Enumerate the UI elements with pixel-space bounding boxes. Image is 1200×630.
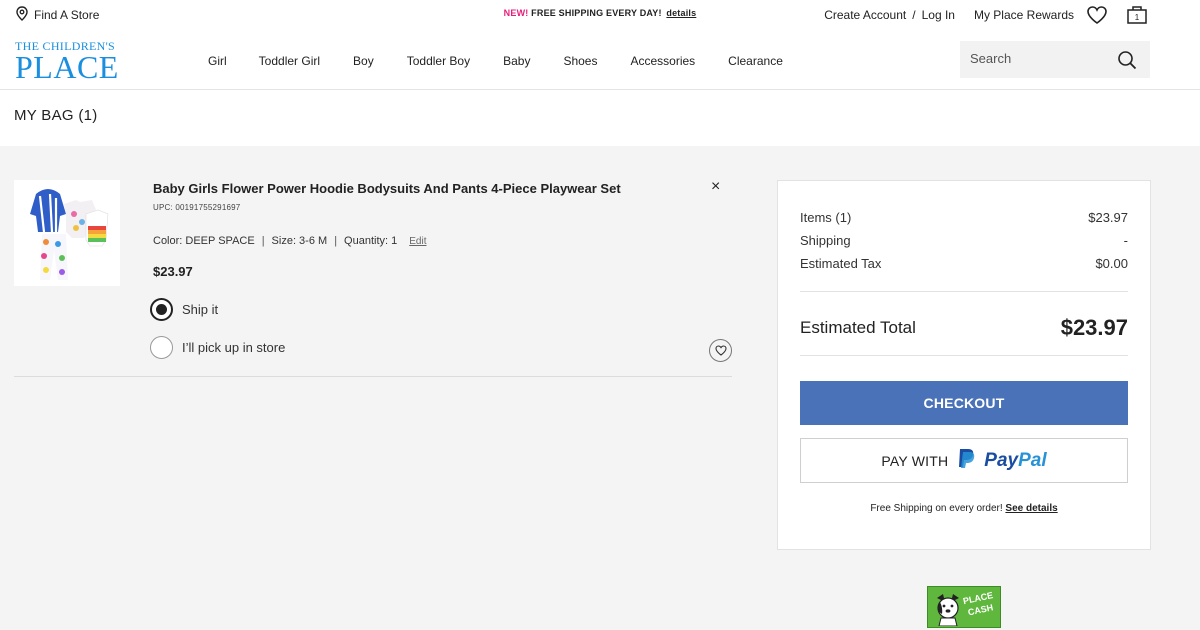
product-attributes: Color: DEEP SPACE | Size: 3-6 M | Quanti… <box>153 235 426 247</box>
summary-divider <box>800 291 1128 292</box>
page-title: MY BAG (1) <box>14 107 98 124</box>
main-header: THE CHILDREN'S PLACE Girl Toddler Girl B… <box>0 28 1200 90</box>
promo-text: FREE SHIPPING EVERY DAY! <box>531 8 662 18</box>
see-details-link[interactable]: See details <box>1005 503 1057 514</box>
attr-separator: | <box>334 235 338 247</box>
promo-new-label: NEW! <box>503 8 529 18</box>
nav-item-boy[interactable]: Boy <box>353 54 374 68</box>
edit-item-link[interactable]: Edit <box>409 236 426 247</box>
pickup-label: I’ll pick up in store <box>182 340 286 355</box>
ship-it-radio[interactable] <box>150 298 173 321</box>
shipping-label: Shipping <box>800 233 851 248</box>
childrens-place-logo[interactable]: THE CHILDREN'S PLACE <box>15 40 119 85</box>
heart-outline-icon[interactable] <box>709 339 732 362</box>
tax-label: Estimated Tax <box>800 256 882 271</box>
paypal-logo <box>956 447 976 474</box>
ship-it-option[interactable]: Ship it <box>150 298 218 321</box>
summary-shipping-row: Shipping - <box>800 233 1128 248</box>
nav-item-toddler-boy[interactable]: Toddler Boy <box>407 54 470 68</box>
search-icon[interactable] <box>1117 50 1137 75</box>
create-account-link[interactable]: Create Account <box>824 8 906 22</box>
product-quantity: Quantity: 1 <box>344 235 398 247</box>
utility-bar: Find A Store NEW! FREE SHIPPING EVERY DA… <box>0 0 1200 28</box>
product-image[interactable] <box>14 180 120 286</box>
product-price: $23.97 <box>153 264 193 279</box>
free-shipping-note: Free Shipping on every order! See detail… <box>778 503 1150 514</box>
log-in-link[interactable]: Log In <box>922 8 955 22</box>
paypal-button[interactable]: PAY WITH PayPal <box>800 438 1128 483</box>
total-label: Estimated Total <box>800 318 916 337</box>
items-label: Items (1) <box>800 210 852 225</box>
dog-mascot-icon <box>933 592 963 627</box>
summary-items-row: Items (1) $23.97 <box>800 210 1128 225</box>
total-value: $23.97 <box>1060 315 1128 340</box>
search-box <box>960 41 1150 78</box>
logo-line2: PLACE <box>15 49 119 85</box>
product-color: Color: DEEP SPACE <box>153 235 255 247</box>
place-cash-badge[interactable]: PLACE CASH <box>927 586 1001 628</box>
place-cash-text: PLACE CASH <box>962 589 997 619</box>
items-value: $23.97 <box>1088 210 1128 225</box>
nav-item-toddler-girl[interactable]: Toddler Girl <box>259 54 320 68</box>
promo-details-link[interactable]: details <box>666 8 696 18</box>
search-input[interactable] <box>970 47 1110 69</box>
tax-value: $0.00 <box>1095 256 1128 271</box>
shopping-bag-icon[interactable]: 1 <box>1126 5 1148 25</box>
nav-item-clearance[interactable]: Clearance <box>728 54 783 68</box>
account-separator: / <box>912 8 916 22</box>
nav-item-baby[interactable]: Baby <box>503 54 530 68</box>
account-links: Create Account / Log In My Place Rewards… <box>824 5 1148 25</box>
attr-separator: | <box>261 235 265 247</box>
pickup-option[interactable]: I’ll pick up in store <box>150 336 285 359</box>
my-place-rewards-link[interactable]: My Place Rewards <box>974 8 1074 22</box>
order-summary: Items (1) $23.97 Shipping - Estimated Ta… <box>777 180 1151 550</box>
paypal-pay-text: Pay <box>984 449 1019 471</box>
nav-item-shoes[interactable]: Shoes <box>563 54 597 68</box>
free-shipping-text: Free Shipping on every order! <box>870 503 1003 514</box>
close-icon[interactable]: × <box>711 179 720 195</box>
summary-total-row: Estimated Total $23.97 <box>800 315 1128 341</box>
product-title[interactable]: Baby Girls Flower Power Hoodie Bodysuits… <box>153 181 621 196</box>
shipping-value: - <box>1123 233 1128 248</box>
main-nav: Girl Toddler Girl Boy Toddler Boy Baby S… <box>208 54 783 68</box>
pay-with-label: PAY WITH <box>881 452 949 469</box>
paypal-wordmark: PayPal <box>984 450 1046 472</box>
summary-divider <box>800 355 1128 356</box>
product-size: Size: 3-6 M <box>271 235 328 247</box>
bag-count: 1 <box>1135 13 1140 22</box>
nav-item-girl[interactable]: Girl <box>208 54 227 68</box>
pickup-radio[interactable] <box>150 336 173 359</box>
paypal-pal-text: Pal <box>1018 449 1047 471</box>
summary-tax-row: Estimated Tax $0.00 <box>800 256 1128 271</box>
nav-item-accessories[interactable]: Accessories <box>630 54 695 68</box>
checkout-button[interactable]: CHECKOUT <box>800 381 1128 425</box>
bag-content: Baby Girls Flower Power Hoodie Bodysuits… <box>0 146 1200 630</box>
heart-icon[interactable] <box>1086 5 1108 25</box>
product-upc: UPC: 00191755291697 <box>153 203 241 212</box>
item-divider <box>14 376 732 377</box>
ship-it-label: Ship it <box>182 302 219 317</box>
